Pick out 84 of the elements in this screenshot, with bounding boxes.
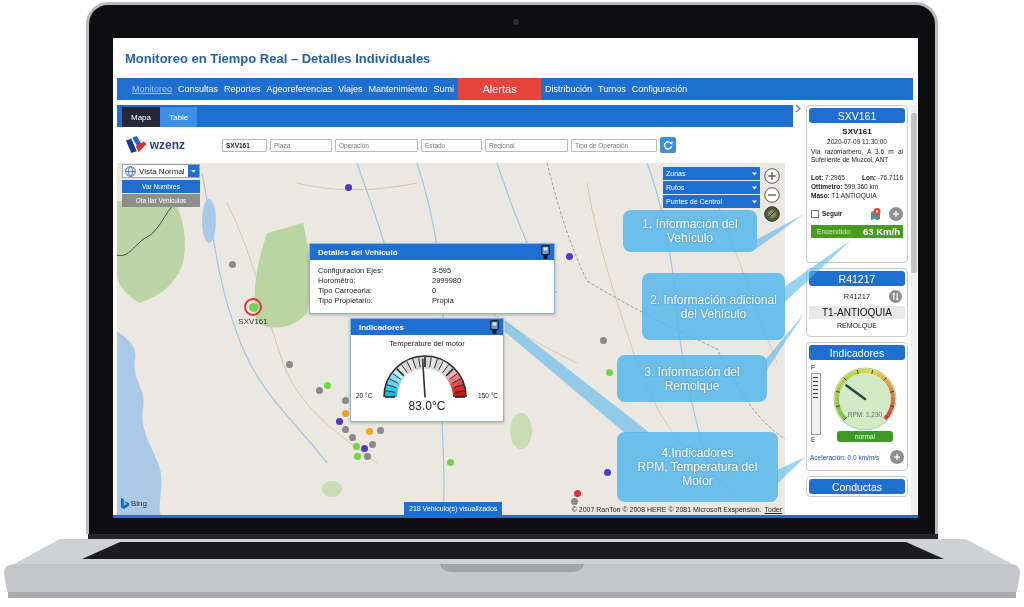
nav-link[interactable]: Viajes xyxy=(335,78,366,100)
speed-reading: 63 Km/h xyxy=(863,226,900,237)
vehicle-marker[interactable] xyxy=(573,489,581,497)
callout: 4.Indicadores RPM, Temperatura del Motor xyxy=(617,432,778,502)
vehicle-marker[interactable] xyxy=(368,440,376,448)
vehicle-marker[interactable] xyxy=(360,444,368,452)
vehicle-plate: SXV161 xyxy=(841,127,873,136)
vehicle-marker[interactable] xyxy=(341,396,349,404)
vehicle-marker[interactable] xyxy=(335,417,343,425)
vehicle-marker[interactable] xyxy=(348,433,356,441)
nav-link[interactable]: Ageoreferencias xyxy=(263,78,336,100)
fuel-gauge xyxy=(811,373,821,435)
swap-icon[interactable] xyxy=(889,290,902,303)
nav-link[interactable]: Mantenimiento xyxy=(365,78,431,100)
vehicle-marker[interactable] xyxy=(565,252,573,260)
callout-pointer xyxy=(777,457,805,484)
usb-drive-icon[interactable] xyxy=(541,245,550,259)
plus-icon[interactable] xyxy=(889,206,903,221)
park-area xyxy=(322,481,342,497)
trailer-region: T1-ANTIOQUIA xyxy=(809,306,905,319)
scrollbar[interactable] xyxy=(911,105,917,515)
popup-title: Indicadores xyxy=(359,322,404,332)
nav-link[interactable]: Consultas xyxy=(175,78,222,100)
vehicle-marker[interactable] xyxy=(341,409,349,417)
nav-link[interactable]: Reportes xyxy=(221,78,264,100)
usb-drive-icon[interactable] xyxy=(490,320,499,334)
nav-link[interactable]: Turnos xyxy=(595,78,629,100)
brand-name: wzenz xyxy=(149,138,185,152)
vehicle-marker[interactable] xyxy=(605,368,613,376)
caret-icon xyxy=(752,199,757,204)
callout-pointer xyxy=(766,312,805,371)
card-header: SXV161 xyxy=(809,108,905,123)
view-select[interactable]: Vista Normal xyxy=(122,164,200,178)
zoom-out-icon[interactable] xyxy=(764,187,780,203)
vehicle-marker[interactable] xyxy=(285,360,293,368)
view-tab[interactable]: Mapa xyxy=(122,107,160,127)
zoom-in-icon[interactable] xyxy=(764,168,780,184)
camera-icon xyxy=(512,18,519,25)
gauge-reading: 83.0°C xyxy=(407,399,447,413)
nav-link[interactable]: Distribución xyxy=(542,78,596,100)
alerts-tab[interactable]: Alertas xyxy=(458,78,542,100)
vehicle-label: SXV161 xyxy=(237,317,269,326)
nav-link[interactable]: Sumi xyxy=(430,78,458,100)
callout: 2. Información adicional del Vehículo xyxy=(642,273,785,340)
brand-logo-icon xyxy=(125,135,147,155)
plus-icon[interactable] xyxy=(890,450,904,464)
vehicle-marker[interactable] xyxy=(248,302,258,312)
vehicle-marker[interactable] xyxy=(599,336,607,344)
vehicle-marker[interactable] xyxy=(228,260,236,268)
nav-link[interactable]: Configuración xyxy=(628,78,691,100)
vehicle-marker[interactable] xyxy=(376,426,384,434)
view-tab[interactable]: Table xyxy=(160,107,198,127)
nav-link[interactable]: Monitoreo xyxy=(129,78,176,100)
card-header: Conductas xyxy=(809,479,905,494)
caret-icon xyxy=(752,171,757,176)
card-header: Indicadores xyxy=(809,345,905,360)
vehicle-marker[interactable] xyxy=(365,427,373,435)
globe-icon xyxy=(125,165,136,177)
vehicle-marker[interactable] xyxy=(344,183,352,191)
chevron-right-icon[interactable] xyxy=(795,104,801,113)
vehicle-marker[interactable] xyxy=(341,425,349,433)
refresh-icon xyxy=(663,140,673,150)
page-title: Monitoreo en Tiempo Real – Detalles Individuales xyxy=(125,50,431,66)
vehicle-marker[interactable] xyxy=(315,386,323,394)
vehicle-marker[interactable] xyxy=(323,381,331,389)
vehicle-marker[interactable] xyxy=(603,468,611,476)
popup-title: Detalles del Vehiculo xyxy=(318,247,398,257)
refresh-button[interactable] xyxy=(660,137,676,153)
callout: 3. Información del Remolque xyxy=(617,355,767,402)
vehicle-marker[interactable] xyxy=(446,458,454,466)
vehicle-marker[interactable] xyxy=(353,452,361,460)
card-header: R41217 xyxy=(809,271,905,286)
park-area xyxy=(510,413,532,449)
caret-icon[interactable] xyxy=(188,165,199,177)
vehicle-marker[interactable] xyxy=(570,497,578,505)
selected-marker-ring[interactable] xyxy=(244,298,262,316)
caret-icon xyxy=(752,185,757,190)
map-pin-icon[interactable] xyxy=(871,207,881,220)
vehicle-marker[interactable] xyxy=(352,442,360,450)
provider-name: Bing xyxy=(131,499,147,508)
vehicle-marker[interactable] xyxy=(363,452,371,460)
follow-checkbox[interactable] xyxy=(811,209,819,218)
provider-logo-icon xyxy=(121,498,129,509)
compass-icon[interactable] xyxy=(764,206,780,222)
